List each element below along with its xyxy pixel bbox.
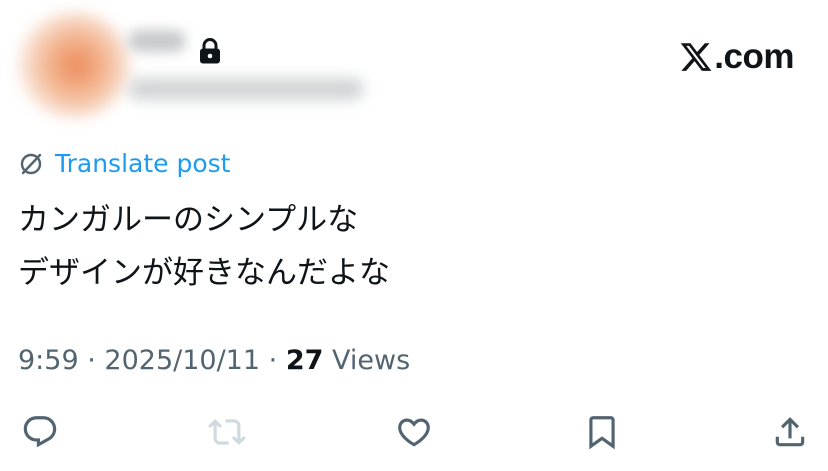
reply-icon [23,416,57,448]
post-card: .com Translate post カンガルーのシンプルな デザインが好きな… [0,0,828,471]
bookmark-button[interactable] [578,408,626,456]
avatar[interactable] [18,12,130,118]
meta-separator: · [87,345,96,376]
views-count[interactable]: 27 [286,345,324,376]
brand-domain: .com [714,37,794,76]
meta-separator: · [268,345,278,376]
x-logo-icon [681,43,712,71]
share-icon [775,417,805,447]
like-button[interactable] [390,408,438,456]
brand-logo: .com [679,38,794,76]
like-icon [398,418,430,447]
views-label: Views [332,345,411,376]
bookmark-icon [589,416,615,450]
post-text: カンガルーのシンプルな デザインが好きなんだよな [18,194,390,300]
post-date[interactable]: 2025/10/11 [104,345,260,376]
username-blurred[interactable] [128,78,364,100]
post-meta: 9:59 · 2025/10/11 · 27 Views [18,343,410,379]
reply-button[interactable] [16,408,64,456]
display-name-blurred[interactable] [128,30,186,52]
lock-icon [200,38,220,64]
translate-post-link[interactable]: Translate post [18,148,230,180]
post-actions-bar [0,408,828,456]
share-button[interactable] [766,408,814,456]
post-text-line: デザインが好きなんだよな [18,255,390,291]
translate-post-label: Translate post [55,149,231,178]
repost-icon [208,419,246,445]
post-time[interactable]: 9:59 [18,345,79,376]
post-text-line: カンガルーのシンプルな [18,202,359,238]
repost-button[interactable] [203,408,251,456]
globe-translate-icon [20,153,42,175]
